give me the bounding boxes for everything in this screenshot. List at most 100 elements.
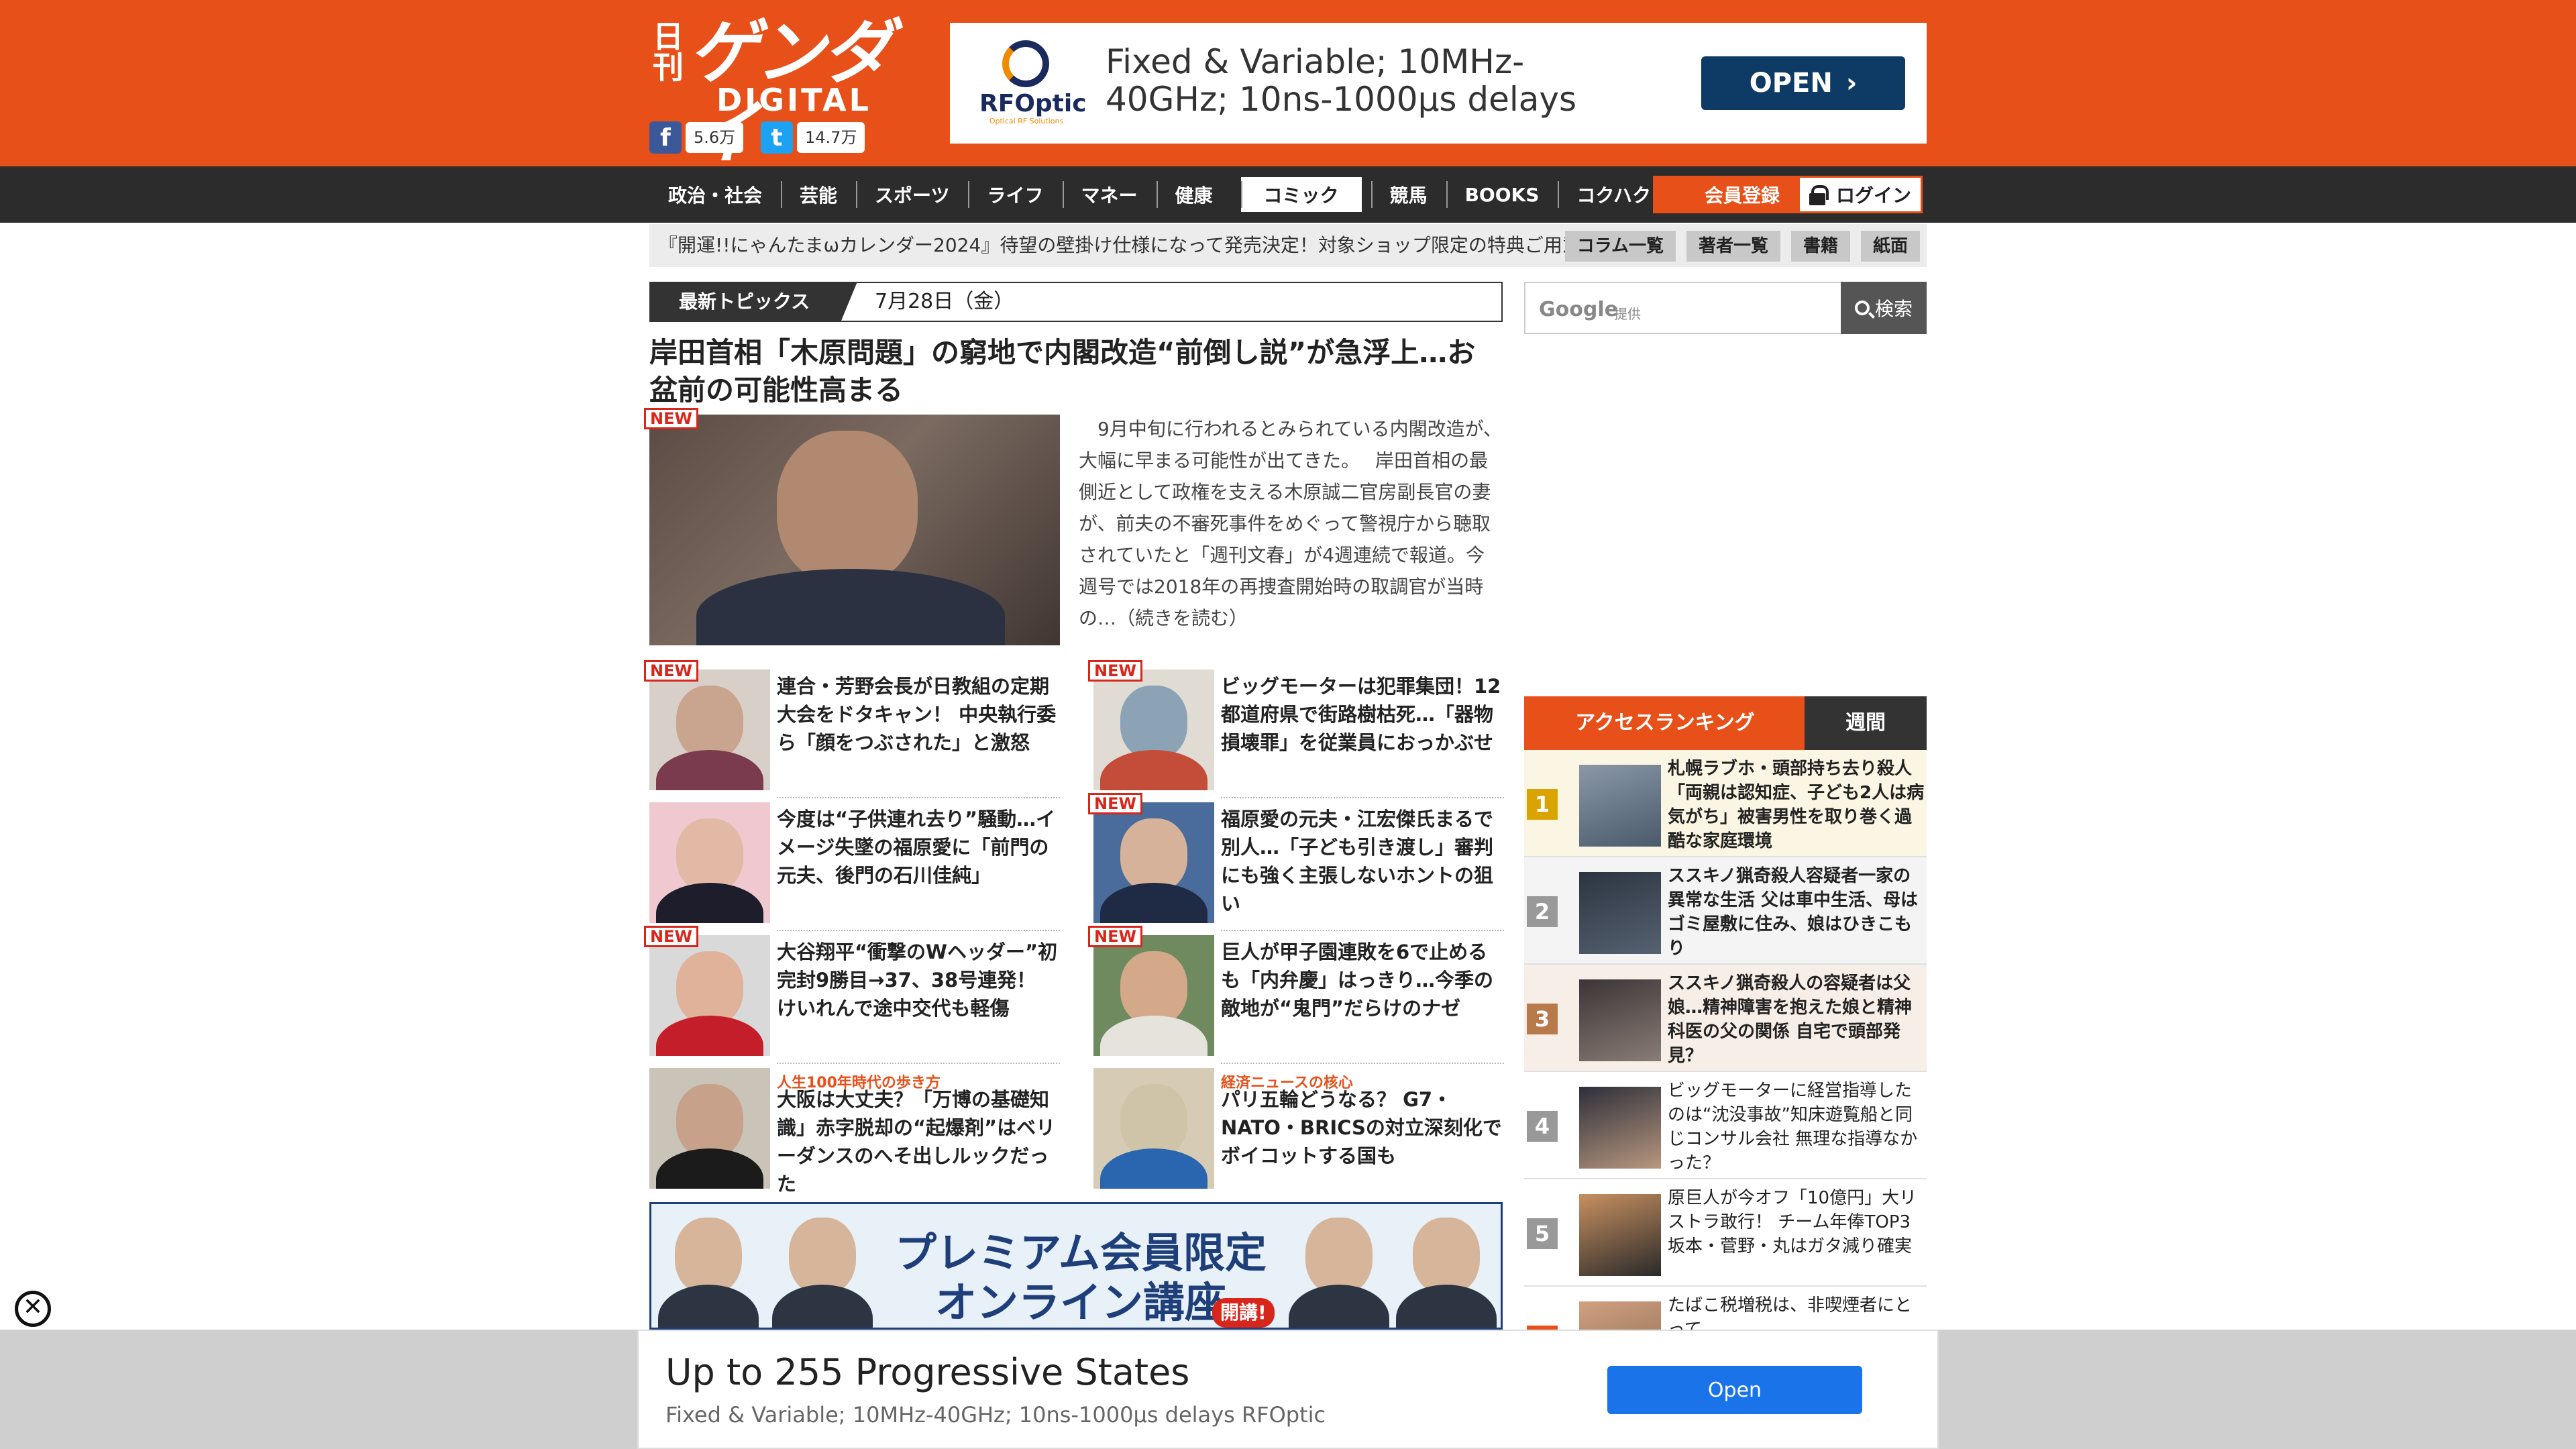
lead-article-title[interactable]: 岸田首相「木原問題」の窮地で内閣改造“前倒し説”が急浮上…お盆前の可能性高まる (649, 334, 1503, 409)
nav-item[interactable]: 芸能 (781, 166, 856, 223)
article-thumbnail[interactable] (1093, 935, 1214, 1056)
article-thumbnail[interactable] (649, 802, 770, 923)
ticker-button[interactable]: コラム一覧 (1564, 231, 1676, 262)
ranking-title[interactable]: ススキノ猟奇殺人の容疑者は父娘…精神障害を抱えた娘と精神科医の父の関係 自宅で頭… (1668, 971, 1927, 1068)
new-badge: NEW (644, 926, 698, 947)
nav-item[interactable]: 政治・社会 (649, 166, 781, 223)
article-item[interactable]: 人生100年時代の歩き方 大阪は大丈夫？「万博の基礎知識」赤字脱却の“起爆剤”はベ… (649, 1063, 1060, 1195)
article-thumbnail[interactable] (1093, 1068, 1214, 1189)
article-item[interactable]: 福原愛の元夫・江宏傑氏まるで別人…「子ども引き渡し」審判にも強く主張しないホント… (1093, 797, 1504, 931)
bottom-ad[interactable]: Up to 255 Progressive States Fixed & Var… (637, 1330, 1939, 1449)
google-brand: Google (1539, 298, 1618, 321)
article-item[interactable]: 経済ニュースの核心 パリ五輪どうなる？ G7・NATO・BRICSの対立深刻化でボ… (1093, 1063, 1504, 1189)
banner-person-body (772, 1285, 873, 1328)
ranking-title[interactable]: ビッグモーターに経営指導したのは“沈没事故”知床遊覧船と同じコンサル会社 無理な… (1668, 1079, 1927, 1175)
close-icon[interactable]: ✕ (15, 1291, 51, 1327)
nav-item[interactable]: 健康 (1156, 166, 1232, 223)
photo-person-head (777, 431, 918, 585)
article-title[interactable]: 福原愛の元夫・江宏傑氏まるで別人…「子ども引き渡し」審判にも強く主張しないホント… (1221, 805, 1503, 918)
thumbnail-head (676, 686, 743, 759)
ad-brand-logo: RFOptic Optical RF Solutions (979, 40, 1087, 125)
bottom-ad-sub: Fixed & Variable; 10MHz-40GHz; 10ns-1000… (665, 1402, 1326, 1428)
article-title[interactable]: 今度は“子供連れ去り”騒動…イメージ失墜の福原愛に「前門の元夫、後門の石川佳純」 (777, 805, 1059, 890)
ranking-thumbnail[interactable] (1579, 872, 1661, 954)
tab-access-ranking[interactable]: アクセスランキング (1524, 696, 1806, 750)
tab-weekly[interactable]: 週間 (1805, 696, 1927, 750)
nav-item-label: コミック (1240, 177, 1362, 212)
nav-item[interactable]: 競馬 (1371, 166, 1446, 223)
logo-digital: DIGITAL (716, 82, 871, 118)
ranking-title[interactable]: 札幌ラブホ・頭部持ち去り殺人「両親は認知症、子ども2人は病気がち」被害男性を取り… (1668, 757, 1927, 853)
new-badge: NEW (1088, 793, 1142, 814)
ranking-item[interactable]: 5 原巨人が今オフ「10億円」大リストラ敢行！ チーム年俸TOP3坂本・菅野・丸は… (1524, 1179, 1927, 1287)
nav-item-label: 芸能 (800, 184, 838, 207)
article-item[interactable]: 大谷翔平“衝撃のWヘッダー”初完封9勝目→37、38号連発！ けいれんで途中交代… (649, 930, 1060, 1064)
article-title[interactable]: 巨人が甲子園連敗を6で止めるも「内弁慶」はっきり…今季の敵地が“鬼門”だらけのナ… (1221, 938, 1503, 1022)
site-search: Google 提供 検索 (1524, 282, 1927, 334)
ranking-item[interactable]: 1 札幌ラブホ・頭部持ち去り殺人「両親は認知症、子ども2人は病気がち」被害男性を取… (1524, 750, 1927, 857)
new-badge: NEW (644, 660, 698, 682)
article-thumbnail[interactable] (1093, 669, 1214, 790)
login-button[interactable]: ログイン (1798, 176, 1923, 213)
article-item[interactable]: ビッグモーターは犯罪集団！12都道府県で街路樹枯死…「器物損壊罪」を従業員におっ… (1093, 664, 1504, 798)
premium-banner[interactable]: プレミアム会員限定オンライン講座 開講! (649, 1202, 1503, 1330)
search-button-label: 検索 (1874, 298, 1913, 320)
topics-date: 7月28日（金） (875, 290, 1014, 313)
facebook-share[interactable]: f 5.6万 (649, 121, 744, 154)
article-title[interactable]: 連合・芳野会長が日教組の定期大会をドタキャン！ 中央執行委ら「顔をつぶされた」と… (777, 672, 1059, 757)
latest-topics-bar: 最新トピックス 7月28日（金） (649, 282, 1503, 322)
twitter-count: 14.7万 (797, 122, 865, 153)
top-banner-ad[interactable]: RFOptic Optical RF Solutions Fixed & Var… (950, 23, 1927, 144)
nav-item[interactable]: マネー (1062, 166, 1157, 223)
ad-brand-name: RFOptic (979, 90, 1087, 117)
article-title[interactable]: ビッグモーターは犯罪集団！12都道府県で街路樹枯死…「器物損壊罪」を従業員におっ… (1221, 672, 1503, 757)
ranking-item[interactable]: 3 ススキノ猟奇殺人の容疑者は父娘…精神障害を抱えた娘と精神科医の父の関係 自宅で… (1524, 965, 1927, 1072)
nav-item[interactable]: ライフ (968, 166, 1062, 223)
ranking-title[interactable]: 原巨人が今オフ「10億円」大リストラ敢行！ チーム年俸TOP3坂本・菅野・丸はガ… (1668, 1186, 1927, 1258)
article-item[interactable]: 連合・芳野会長が日教組の定期大会をドタキャン！ 中央執行委ら「顔をつぶされた」と… (649, 664, 1060, 798)
thumbnail-body (656, 1148, 763, 1189)
ad-logo-ring-icon (1002, 40, 1049, 87)
twitter-icon[interactable]: t (761, 121, 793, 154)
site-logo[interactable]: 日刊 ゲンダイ DIGITAL (648, 12, 898, 173)
facebook-count: 5.6万 (686, 122, 744, 153)
ranking-item[interactable]: 2 ススキノ猟奇殺人容疑者一家の異常な生活 父は車中生活、母はゴミ屋敷に住み、娘は… (1524, 857, 1927, 965)
lead-article-summary[interactable]: 9月中旬に行われるとみられている内閣改造が、大幅に早まる可能性が出てきた。 岸田… (1079, 413, 1503, 634)
article-thumbnail[interactable] (649, 1068, 770, 1189)
ticker-text[interactable]: 『開運!!にゃんたまωカレンダー2024』待望の壁掛け仕様になって発売決定！対象… (659, 224, 1578, 267)
article-title[interactable]: パリ五輪どうなる？ G7・NATO・BRICSの対立深刻化でボイコットする国も (1221, 1085, 1503, 1170)
article-item[interactable]: 巨人が甲子園連敗を6で止めるも「内弁慶」はっきり…今季の敵地が“鬼門”だらけのナ… (1093, 930, 1504, 1064)
ranking-thumbnail[interactable] (1579, 765, 1661, 847)
thumbnail-head (1120, 686, 1187, 759)
ranking-thumbnail[interactable] (1579, 1194, 1661, 1276)
nav-item[interactable]: コミック (1240, 166, 1362, 223)
ranking-thumbnail[interactable] (1579, 1087, 1661, 1169)
article-thumbnail[interactable] (649, 935, 770, 1056)
search-button[interactable]: 検索 (1841, 282, 1927, 334)
ticker-button[interactable]: 著者一覧 (1686, 231, 1780, 262)
nav-item-label: スポーツ (875, 184, 950, 207)
ranking-thumbnail[interactable] (1579, 979, 1661, 1061)
nav-item[interactable]: BOOKS (1446, 166, 1558, 223)
article-title[interactable]: 大谷翔平“衝撃のWヘッダー”初完封9勝目→37、38号連発！ けいれんで途中交代… (777, 938, 1059, 1022)
thumbnail-body (656, 750, 763, 790)
article-thumbnail[interactable] (649, 669, 770, 790)
thumbnail-head (1120, 1084, 1187, 1158)
thumbnail-head (1120, 818, 1187, 892)
ranking-item[interactable]: 4 ビッグモーターに経営指導したのは“沈没事故”知床遊覧船と同じコンサル会社 無理… (1524, 1072, 1927, 1179)
article-thumbnail[interactable] (1093, 802, 1214, 923)
ticker-button[interactable]: 紙面 (1860, 231, 1920, 262)
twitter-share[interactable]: t 14.7万 (761, 121, 865, 154)
article-item[interactable]: 今度は“子供連れ去り”騒動…イメージ失墜の福原愛に「前門の元夫、後門の石川佳純」 (649, 797, 1060, 931)
ad-open-button[interactable]: OPEN › (1701, 56, 1905, 110)
ticker-button[interactable]: 書籍 (1790, 231, 1850, 262)
ranking-title[interactable]: ススキノ猟奇殺人容疑者一家の異常な生活 父は車中生活、母はゴミ屋敷に住み、娘はひ… (1668, 864, 1927, 961)
banner-person-2 (772, 1211, 873, 1328)
lead-article-photo[interactable] (649, 415, 1060, 645)
article-title[interactable]: 大阪は大丈夫？「万博の基礎知識」赤字脱却の“起爆剤”はベリーダンスのへそ出しルッ… (777, 1085, 1059, 1198)
bottom-ad-open-button[interactable]: Open (1607, 1366, 1862, 1414)
nav-item[interactable]: スポーツ (856, 166, 968, 223)
facebook-icon[interactable]: f (649, 121, 682, 154)
new-badge: NEW (1088, 660, 1142, 682)
ranking-tabs: アクセスランキング 週間 (1524, 696, 1927, 750)
